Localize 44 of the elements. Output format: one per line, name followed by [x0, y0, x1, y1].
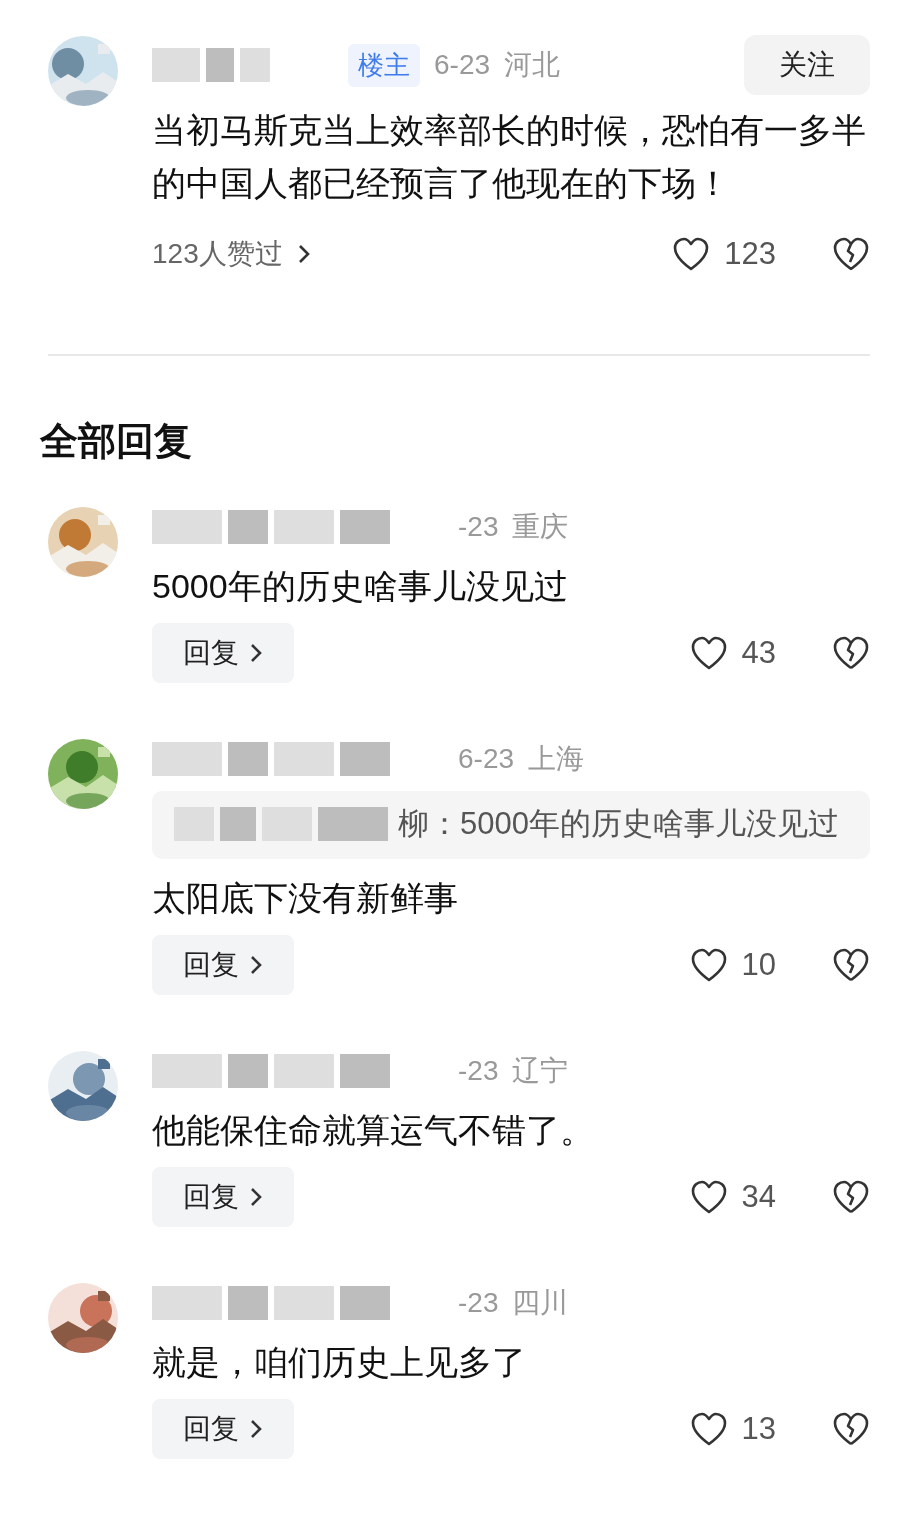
date: -23: [458, 1055, 499, 1087]
date: 6-23: [434, 49, 491, 81]
chevron-icon: [249, 642, 263, 664]
date: 6-23: [458, 743, 515, 775]
likers-link[interactable]: 123人赞过: [152, 235, 311, 273]
reply-button[interactable]: 回复: [152, 935, 294, 995]
broken-heart-icon[interactable]: [832, 1179, 870, 1215]
owner-badge: 楼主: [348, 43, 420, 87]
like-count: 43: [741, 635, 776, 671]
broken-heart-icon[interactable]: [832, 236, 870, 272]
broken-heart-icon[interactable]: [832, 635, 870, 671]
chevron-icon: [249, 954, 263, 976]
heart-icon[interactable]: [672, 236, 711, 272]
reply-text: 就是，咱们历史上见多了: [152, 1342, 527, 1383]
reply-text: 太阳底下没有新鲜事: [152, 878, 459, 919]
location: 辽宁: [512, 1054, 569, 1088]
like-count: 123: [724, 236, 776, 272]
heart-icon[interactable]: [689, 947, 728, 983]
quote-text: 柳：5000年的历史啥事儿没见过: [398, 805, 839, 843]
reply-button[interactable]: 回复: [152, 1167, 294, 1227]
location: 四川: [512, 1286, 569, 1320]
chevron-icon: [296, 243, 311, 265]
location: 河北: [504, 48, 561, 82]
date: -23: [458, 1287, 499, 1319]
location: 重庆: [512, 510, 569, 544]
chevron-icon: [249, 1186, 263, 1208]
like-count: 10: [741, 947, 776, 983]
date: -23: [458, 511, 499, 543]
reply-button[interactable]: 回复: [152, 623, 294, 683]
broken-heart-icon[interactable]: [832, 947, 870, 983]
heart-icon[interactable]: [689, 635, 728, 671]
heart-icon[interactable]: [689, 1179, 728, 1215]
chevron-icon: [249, 1418, 263, 1440]
section-title: 全部回复: [40, 419, 193, 464]
reply-text: 他能保住命就算运气不错了。: [152, 1110, 595, 1151]
location: 上海: [528, 742, 585, 776]
comment-text: 当初马斯克当上效率部长的时候，恐怕有一多半的中国人都已经预言了他现在的下场！: [152, 110, 867, 204]
broken-heart-icon[interactable]: [832, 1411, 870, 1447]
reply-button[interactable]: 回复: [152, 1399, 294, 1459]
reply-text: 5000年的历史啥事儿没见过: [152, 566, 569, 607]
follow-button[interactable]: 关注: [744, 35, 870, 95]
like-count: 13: [741, 1411, 776, 1447]
like-count: 34: [741, 1179, 776, 1215]
heart-icon[interactable]: [689, 1411, 728, 1447]
